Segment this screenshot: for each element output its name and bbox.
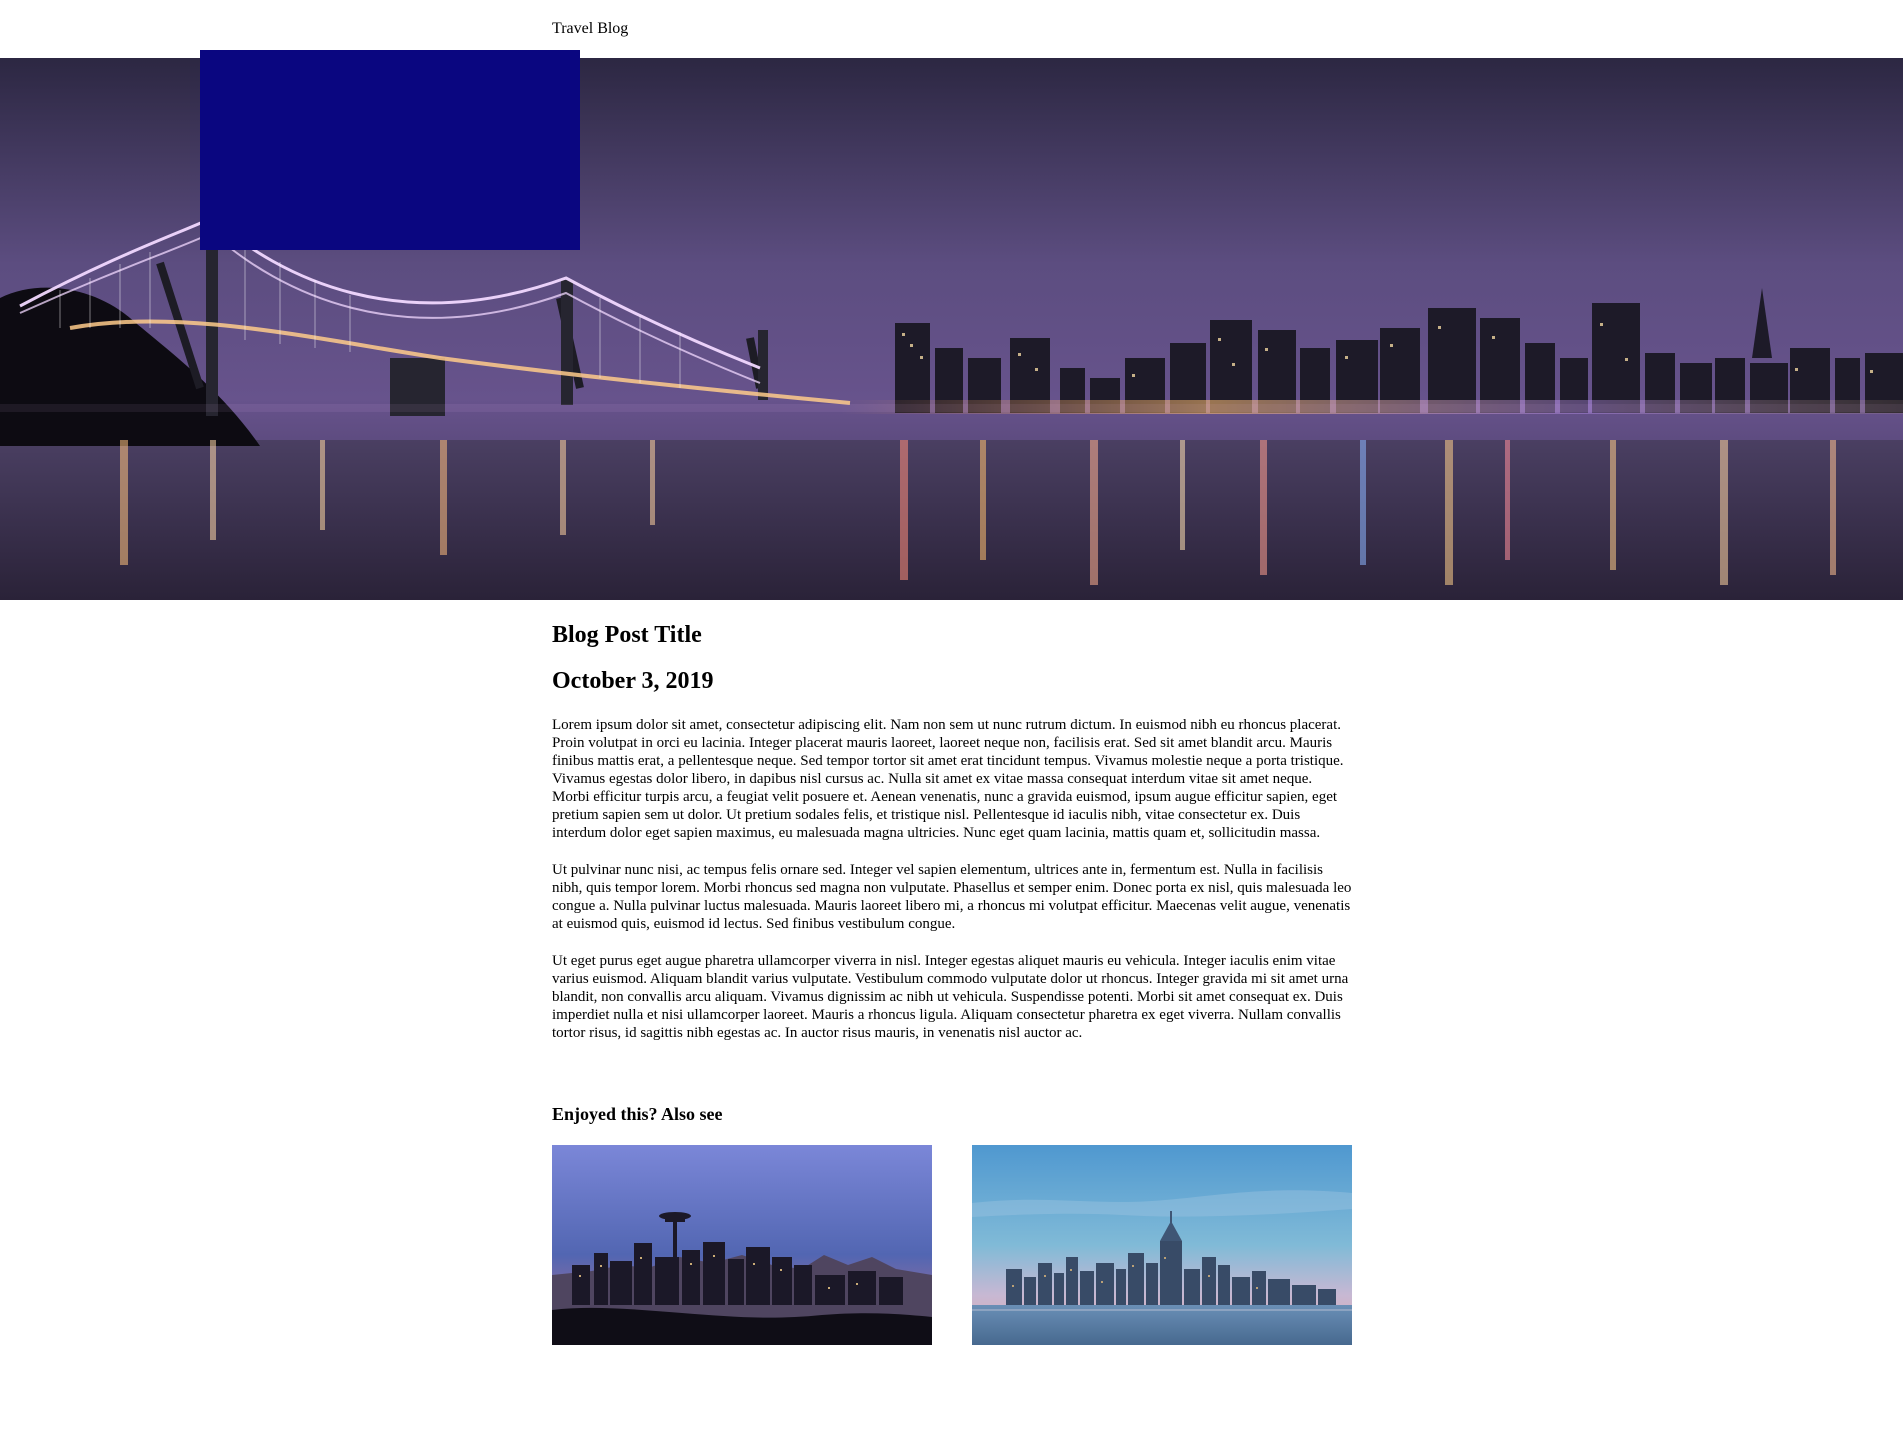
- post-paragraph: Ut pulvinar nunc nisi, ac tempus felis o…: [552, 862, 1352, 932]
- post-paragraph: Lorem ipsum dolor sit amet, consectetur …: [552, 717, 1344, 841]
- related-post-thumbnail-seattle[interactable]: [552, 1145, 932, 1345]
- related-post-thumbnail-new-york[interactable]: [972, 1145, 1352, 1345]
- post-date: October 3, 2019: [552, 668, 714, 694]
- hero-overlay-box: [200, 50, 580, 250]
- post-paragraph: Ut eget purus eget augue pharetra ullamc…: [552, 953, 1349, 1041]
- site-brand-link[interactable]: Travel Blog: [552, 19, 628, 39]
- new-york-thumbnail-image: [972, 1145, 1352, 1345]
- seattle-thumbnail-image: [552, 1145, 932, 1345]
- post-title: Blog Post Title: [552, 622, 702, 648]
- blog-post: Blog Post Title October 3, 2019 Lorem ip…: [552, 620, 1352, 1042]
- related-posts-heading: Enjoyed this? Also see: [552, 1104, 723, 1124]
